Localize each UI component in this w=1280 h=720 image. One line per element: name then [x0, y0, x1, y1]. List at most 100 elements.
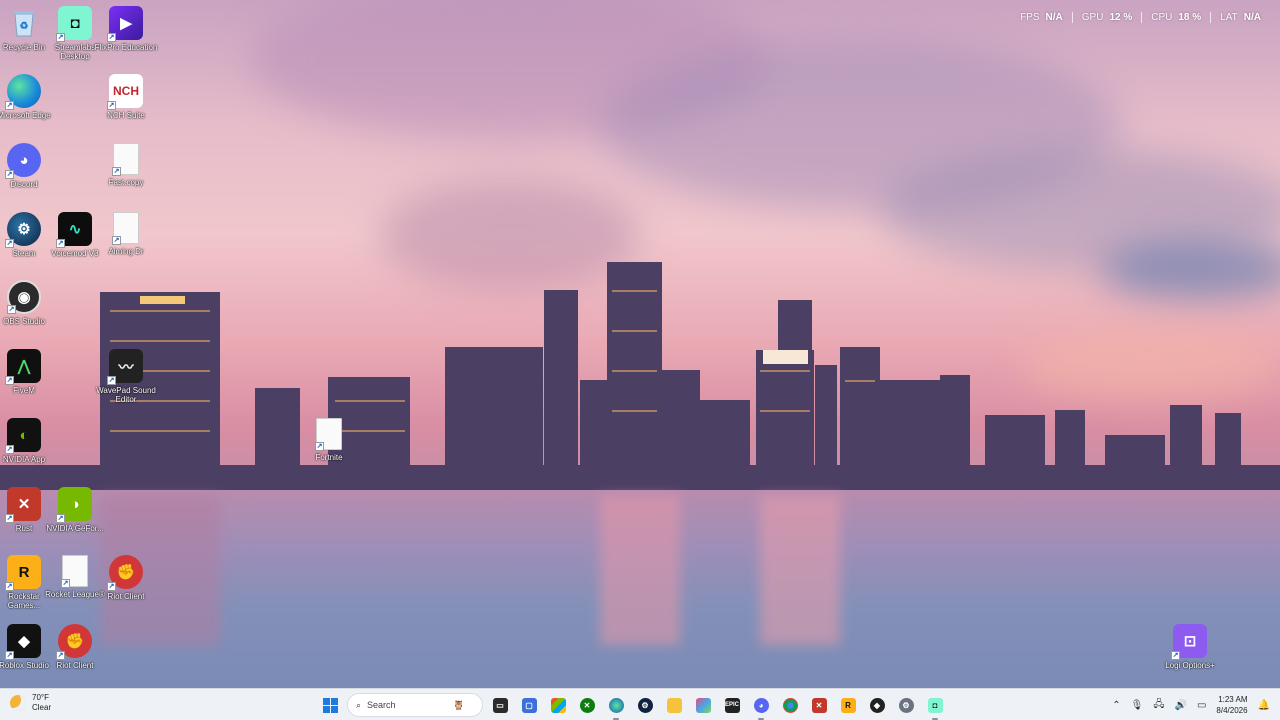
ea-icon: ◆: [869, 697, 885, 713]
taskbar-app-task-view[interactable]: ▭: [488, 693, 512, 717]
taskbar-app-epic-games[interactable]: EPIC: [720, 693, 744, 717]
taskbar-app-microsoft-store[interactable]: [546, 693, 570, 717]
notification-icon[interactable]: 🔔: [1258, 700, 1270, 711]
desktop-icon-discord[interactable]: ◕ ↗ Discord: [0, 143, 56, 189]
logi-options-icon: ⊡ ↗: [1171, 624, 1207, 660]
folder-icon: [666, 697, 682, 713]
network-icon[interactable]: 🖧: [1153, 697, 1164, 714]
shortcut-arrow-icon: ↗: [5, 514, 14, 523]
steam-icon: ⚙: [637, 697, 653, 713]
shortcut-arrow-icon: ↗: [56, 33, 65, 42]
taskbar-app-rust[interactable]: ✕: [807, 693, 831, 717]
taskbar-app-store[interactable]: ▢: [517, 693, 541, 717]
discord-icon: ◕: [753, 697, 769, 713]
desktop-wallpaper: [0, 0, 1280, 688]
start-button[interactable]: [318, 693, 342, 717]
shortcut-arrow-icon: ↗: [7, 305, 16, 314]
riot-client-icon: ✊ ↗: [107, 555, 143, 591]
shortcut-arrow-icon: ↗: [112, 167, 121, 176]
desktop-icon-filmora[interactable]: ▶ ↗ FlixPro Education: [94, 6, 158, 52]
shortcut-arrow-icon: ↗: [5, 376, 14, 385]
taskbar-app-photos[interactable]: [691, 693, 715, 717]
rust-icon: ✕: [811, 697, 827, 713]
taskbar-app-edge[interactable]: [604, 693, 628, 720]
city-skyline: [0, 262, 1280, 495]
chevron-up-icon[interactable]: ⌃: [1112, 700, 1120, 711]
edge-icon: [608, 697, 624, 713]
desktop-icon-geforce[interactable]: ◑ ↗ NVIDIA GeFor...: [43, 487, 107, 533]
taskbar-clock[interactable]: 1:23 AM 8/4/2026: [1216, 694, 1247, 716]
desktop-icon-nvidia-app[interactable]: ◐ ↗ NVIDIA App: [0, 418, 56, 464]
desktop-icon-fortnite[interactable]: ↗ Fortnite: [297, 418, 361, 462]
microphone-icon[interactable]: 🎙: [1131, 700, 1144, 711]
taskbar-app-streamlabs[interactable]: ◘: [923, 693, 947, 720]
shortcut-arrow-icon: ↗: [5, 239, 14, 248]
discord-icon: ◕ ↗: [5, 143, 41, 179]
system-tray: ⌃ 🎙 🖧 🔊 ▭ 1:23 AM 8/4/2026 🔔: [1112, 689, 1270, 720]
file-icon: ↗: [112, 212, 139, 245]
shortcut-arrow-icon: ↗: [107, 101, 116, 110]
file-icon: ↗: [61, 555, 88, 588]
clock-date: 8/4/2026: [1216, 706, 1248, 715]
rockstar-icon: R ↗: [5, 555, 41, 591]
shortcut-arrow-icon: ↗: [5, 651, 14, 660]
windows-icon: [322, 697, 338, 713]
voicemod-icon: ∿ ↗: [56, 212, 92, 248]
weather-condition: Clear: [32, 703, 52, 712]
streamlabs-icon: ◘ ↗: [56, 6, 92, 42]
chrome-icon: [782, 697, 798, 713]
taskbar-app-steam[interactable]: ⚙: [633, 693, 657, 717]
taskbar-app-xbox[interactable]: ✕: [575, 693, 599, 717]
weather-widget[interactable]: 70°F Clear: [10, 693, 51, 713]
volume-icon[interactable]: 🔊: [1175, 700, 1187, 711]
shortcut-arrow-icon: ↗: [61, 579, 70, 588]
filmora-icon: ▶ ↗: [107, 6, 143, 42]
rockstar-icon: R: [840, 697, 856, 713]
desktop-icon-wavepad[interactable]: 〰 ↗ WavePad Sound Editor: [94, 349, 158, 404]
taskbar-app-file-explorer[interactable]: [662, 693, 686, 717]
store-icon: ▢: [521, 697, 537, 713]
xbox-icon: ✕: [579, 697, 595, 713]
task-view-icon: ▭: [492, 697, 508, 713]
shortcut-arrow-icon: ↗: [112, 236, 121, 245]
file-icon: ↗: [112, 143, 139, 176]
shortcut-arrow-icon: ↗: [5, 101, 14, 110]
shortcut-arrow-icon: ↗: [56, 514, 65, 523]
battery-icon[interactable]: ▭: [1197, 700, 1206, 711]
clock-time: 1:23 AM: [1218, 695, 1248, 704]
desktop-icon-edge[interactable]: ↗ Microsoft Edge: [0, 74, 56, 120]
desktop-icon-fast-copy[interactable]: ↗ Fast.copy: [94, 143, 158, 187]
gpu-readout: GPU 12 %: [1071, 12, 1141, 23]
latency-readout: LAT N/A: [1210, 12, 1270, 23]
shortcut-arrow-icon: ↗: [107, 33, 116, 42]
desktop-icon-nch[interactable]: NCH ↗ NCH Suite: [94, 74, 158, 120]
taskbar-app-ea[interactable]: ◆: [865, 693, 889, 717]
photos-icon: [695, 697, 711, 713]
streamlabs-icon: ◘: [927, 697, 943, 713]
taskbar-app-chrome[interactable]: [778, 693, 802, 717]
shortcut-arrow-icon: ↗: [56, 651, 65, 660]
taskbar-app-discord[interactable]: ◕: [749, 693, 773, 720]
shortcut-arrow-icon: ↗: [107, 582, 116, 591]
taskbar-search[interactable]: ⌕ 🦉: [347, 693, 483, 717]
riot-client-icon: ✊ ↗: [56, 624, 92, 660]
taskbar-apps: ⌕ 🦉 ▭ ▢ ✕ ⚙ EPIC ◕ ✕ R ◆ ⚙ ◘: [318, 693, 947, 720]
shortcut-arrow-icon: ↗: [5, 445, 14, 454]
desktop-icon-logi-options[interactable]: ⊡ ↗ Logi Options+: [1158, 624, 1222, 670]
desktop-icon-obs[interactable]: ◉ ↗ OBS Studio: [0, 280, 56, 326]
desktop-icon-aiming[interactable]: ↗ Aiming Dr: [94, 212, 158, 256]
search-input[interactable]: [367, 700, 448, 710]
desktop-icon-riot-client-2[interactable]: ✊ ↗ Riot Client: [43, 624, 107, 670]
shortcut-arrow-icon: ↗: [56, 239, 65, 248]
file-icon: ↗: [315, 418, 342, 451]
taskbar-app-rockstar[interactable]: R: [836, 693, 860, 717]
fivem-icon: ⋀ ↗: [5, 349, 41, 385]
desktop-icon-fivem[interactable]: ⋀ ↗ FiveM: [0, 349, 56, 395]
shortcut-arrow-icon: ↗: [315, 442, 324, 451]
weather-temperature: 70°F: [32, 693, 49, 702]
desktop-icon-riot-client-1[interactable]: ✊ ↗ Riot Client: [94, 555, 158, 601]
nch-icon: NCH ↗: [107, 74, 143, 110]
epic-games-icon: EPIC: [724, 697, 740, 713]
taskbar-app-settings[interactable]: ⚙: [894, 693, 918, 717]
ms-store-icon: [550, 697, 566, 713]
